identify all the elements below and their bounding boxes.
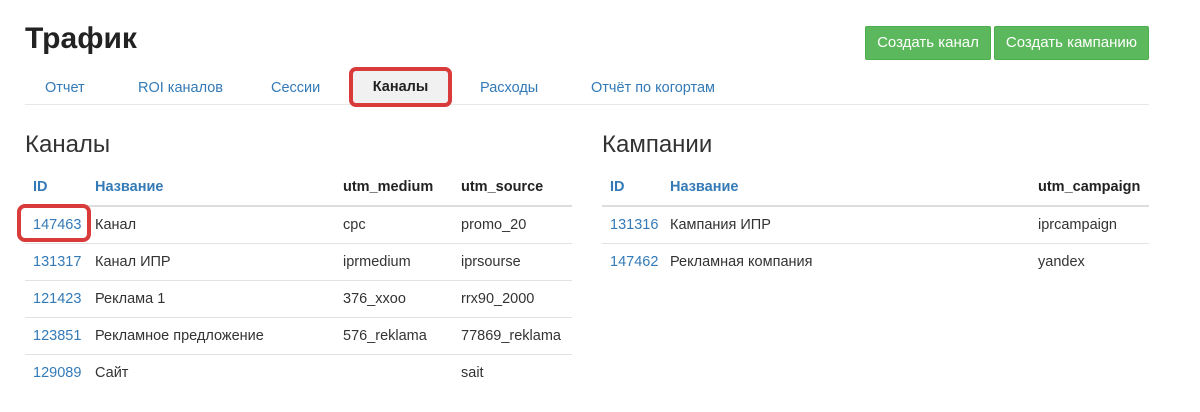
tab-bar: Отчет ROI каналов Сессии Каналы Расходы … <box>25 67 1149 107</box>
tab-sessions[interactable]: Сессии <box>271 72 320 104</box>
table-row: 129089 Сайт sait <box>25 354 572 391</box>
page-title: Трафик <box>25 22 137 55</box>
channel-id-link[interactable]: 131317 <box>25 243 87 281</box>
tab-report[interactable]: Отчет <box>45 72 85 104</box>
tab-expenses[interactable]: Расходы <box>480 72 538 104</box>
campaigns-title: Кампании <box>602 131 713 158</box>
campaign-name: Рекламная компания <box>662 243 1030 280</box>
channel-name: Рекламное предложение <box>87 317 335 355</box>
table-row: 121423 Реклама 1 376_xxoo rrx90_2000 <box>25 280 572 318</box>
table-row: 131317 Канал ИПР iprmedium iprsourse <box>25 243 572 281</box>
tab-channels[interactable]: Каналы <box>349 67 452 107</box>
channel-name: Канал ИПР <box>87 243 335 281</box>
column-header-id[interactable]: ID <box>602 168 662 207</box>
create-campaign-button[interactable]: Создать кампанию <box>993 26 1149 60</box>
channel-id-link[interactable]: 123851 <box>25 317 87 355</box>
channel-utm-medium <box>335 354 453 391</box>
channel-utm-medium: cpc <box>335 205 453 244</box>
table-header-row: ID Название utm_medium utm_source <box>25 168 572 207</box>
channel-name: Сайт <box>87 354 335 391</box>
channel-name: Реклама 1 <box>87 280 335 318</box>
column-header-utm-campaign: utm_campaign <box>1030 168 1149 207</box>
channel-name: Канал <box>87 205 335 244</box>
channel-utm-source: sait <box>453 354 572 391</box>
table-row: 131316 Кампания ИПР iprcampaign <box>602 205 1149 244</box>
channel-utm-source: 77869_reklama <box>453 317 572 355</box>
table-row: 123851 Рекламное предложение 576_reklama… <box>25 317 572 355</box>
campaign-id-link[interactable]: 131316 <box>602 205 662 244</box>
channel-utm-source: rrx90_2000 <box>453 280 572 318</box>
channel-id-link[interactable]: 121423 <box>25 280 87 318</box>
create-channel-button[interactable]: Создать канал <box>865 26 991 60</box>
channels-table: ID Название utm_medium utm_source 147463… <box>25 168 572 391</box>
channel-id-link[interactable]: 129089 <box>25 354 87 391</box>
campaign-name: Кампания ИПР <box>662 205 1030 244</box>
tab-cohort-report[interactable]: Отчёт по когортам <box>591 72 715 104</box>
channels-title: Каналы <box>25 131 111 158</box>
table-row: 147462 Рекламная компания yandex <box>602 243 1149 280</box>
channel-utm-source: iprsourse <box>453 243 572 281</box>
campaigns-table: ID Название utm_campaign 131316 Кампания… <box>602 168 1149 280</box>
channel-id-highlight <box>17 204 91 242</box>
channel-utm-source: promo_20 <box>453 205 572 244</box>
column-header-utm-source: utm_source <box>453 168 572 207</box>
channel-utm-medium: 576_reklama <box>335 317 453 355</box>
column-header-name[interactable]: Название <box>662 168 1030 207</box>
campaign-utm-campaign: iprcampaign <box>1030 205 1149 244</box>
channel-utm-medium: 376_xxoo <box>335 280 453 318</box>
table-row: 147463 Канал cpc promo_20 <box>25 205 572 244</box>
campaign-id-link[interactable]: 147462 <box>602 243 662 280</box>
column-header-utm-medium: utm_medium <box>335 168 453 207</box>
channel-utm-medium: iprmedium <box>335 243 453 281</box>
header-actions: Создать канал Создать кампанию <box>865 26 1149 60</box>
column-header-name[interactable]: Название <box>87 168 335 207</box>
column-header-id[interactable]: ID <box>25 168 87 207</box>
tab-roi-channels[interactable]: ROI каналов <box>138 72 223 104</box>
table-header-row: ID Название utm_campaign <box>602 168 1149 207</box>
campaign-utm-campaign: yandex <box>1030 243 1149 280</box>
